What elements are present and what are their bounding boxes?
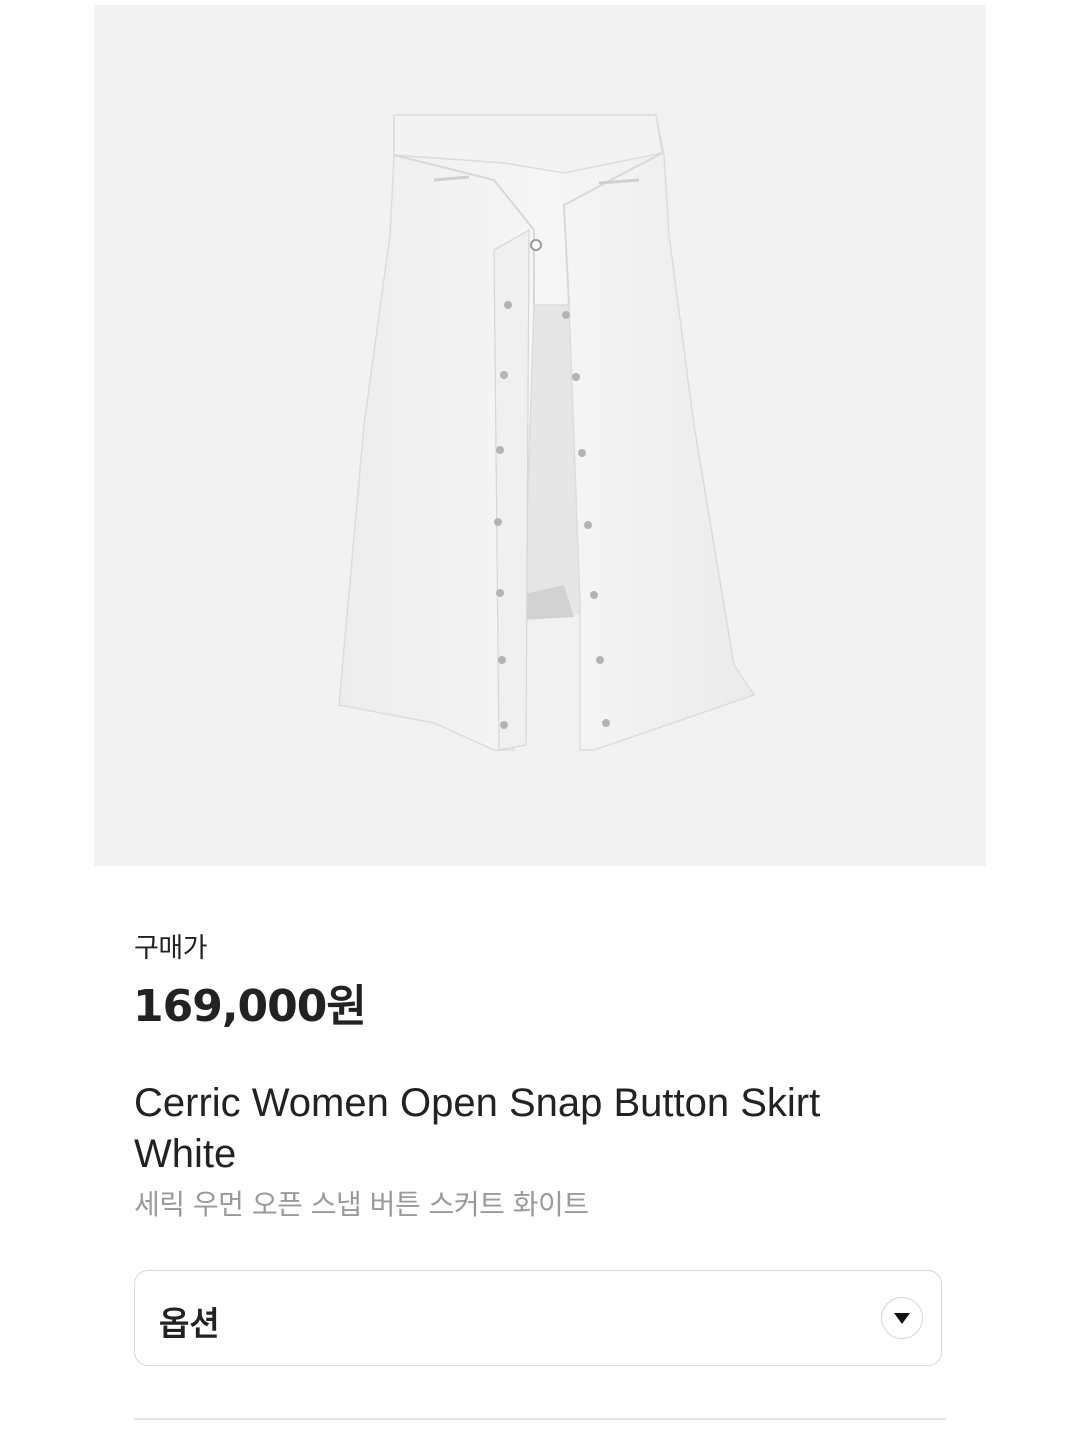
price-label: 구매가 [134, 933, 208, 964]
product-name-ko: 세릭 우먼 오픈 스냅 버튼 스커트 화이트 [134, 1188, 589, 1221]
divider [134, 1418, 946, 1420]
price-value: 169,000원 [133, 981, 367, 1032]
skirt-photo [338, 114, 756, 751]
chevron-down-icon[interactable] [881, 1297, 923, 1339]
product-image[interactable] [94, 5, 986, 866]
option-select[interactable]: 옵션 [134, 1270, 942, 1366]
product-name-en: Cerric Women Open Snap Button Skirt Whit… [134, 1081, 821, 1176]
option-label: 옵션 [159, 1304, 220, 1343]
